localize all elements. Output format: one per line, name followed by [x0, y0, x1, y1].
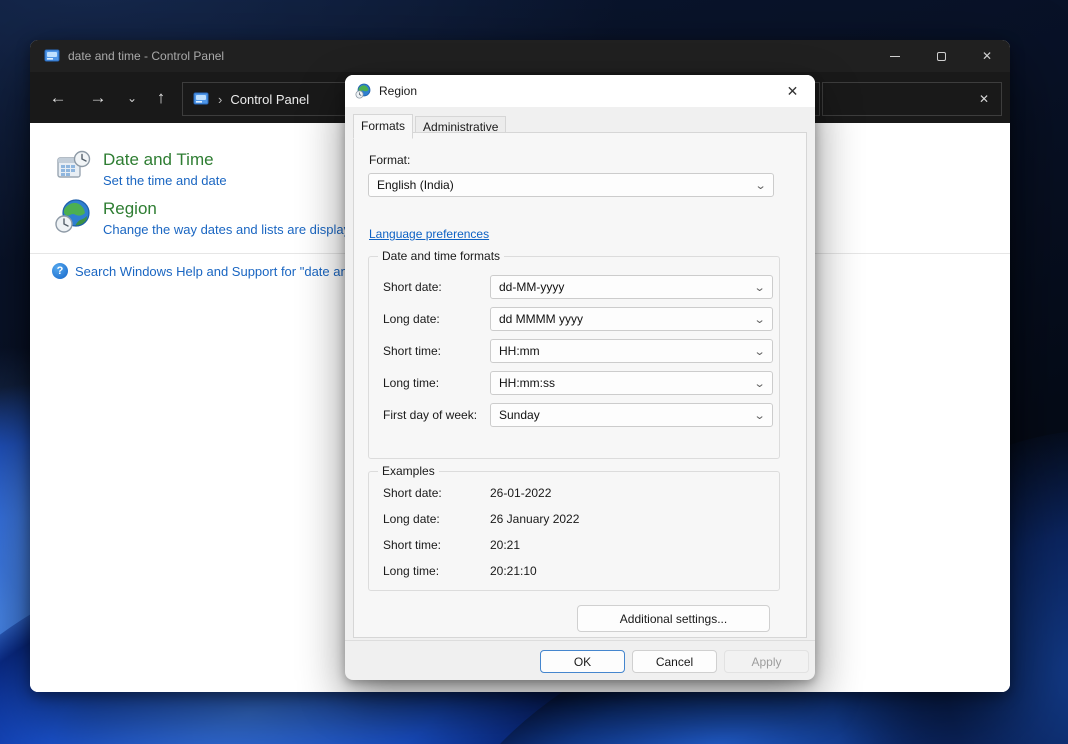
long-date-dropdown[interactable]: dd MMMM yyyy ⌄: [490, 307, 773, 331]
caption-buttons: ✕: [872, 40, 1010, 72]
help-search-row: ? Search Windows Help and Support for "d…: [52, 263, 355, 279]
short-date-value: dd-MM-yyyy: [499, 280, 564, 294]
region-subtitle-link[interactable]: Change the way dates and lists are displ…: [103, 222, 357, 237]
example-long-time-label: Long time:: [383, 564, 439, 578]
up-icon: ↑: [157, 88, 166, 108]
clear-search-icon[interactable]: ✕: [979, 92, 989, 106]
dialog-title: Region: [379, 84, 417, 98]
short-date-label: Short date:: [383, 280, 442, 294]
long-date-value: dd MMMM yyyy: [499, 312, 583, 326]
help-icon: ?: [52, 263, 68, 279]
apply-button: Apply: [724, 650, 809, 673]
chevron-down-icon: ⌄: [753, 345, 765, 358]
list-item-date-and-time: Date and Time Set the time and date: [55, 149, 227, 188]
titlebar[interactable]: date and time - Control Panel ✕: [30, 40, 1010, 72]
additional-settings-button[interactable]: Additional settings...: [577, 605, 770, 632]
long-date-label: Long date:: [383, 312, 440, 326]
date-and-time-link[interactable]: Date and Time: [103, 149, 227, 170]
example-short-date-value: 26-01-2022: [490, 486, 551, 500]
recent-pages-button[interactable]: ⌄: [116, 82, 148, 114]
example-long-date-label: Long date:: [383, 512, 440, 526]
region-icon: [55, 198, 91, 237]
format-dropdown-value: English (India): [377, 178, 454, 192]
back-icon: ←: [50, 88, 67, 108]
region-globe-icon: [355, 83, 371, 99]
dialog-titlebar[interactable]: Region ✕: [345, 75, 815, 107]
window-title: date and time - Control Panel: [68, 49, 224, 63]
short-date-dropdown[interactable]: dd-MM-yyyy ⌄: [490, 275, 773, 299]
dialog-close-button[interactable]: ✕: [770, 75, 815, 107]
breadcrumb[interactable]: Control Panel: [230, 92, 309, 107]
cancel-button[interactable]: Cancel: [632, 650, 717, 673]
chevron-down-icon: ⌄: [753, 281, 765, 294]
maximize-button[interactable]: [918, 40, 964, 72]
examples-group: Examples Short date: 26-01-2022 Long dat…: [368, 471, 780, 591]
short-time-label: Short time:: [383, 344, 441, 358]
help-search-link[interactable]: Search Windows Help and Support for "dat…: [75, 264, 355, 279]
first-day-of-week-label: First day of week:: [383, 408, 477, 422]
minimize-icon: [890, 56, 900, 57]
chevron-down-icon: ⌄: [754, 179, 766, 192]
example-short-time-label: Short time:: [383, 538, 441, 552]
chevron-down-icon: ⌄: [753, 409, 765, 422]
forward-icon: →: [90, 88, 107, 108]
ok-button[interactable]: OK: [540, 650, 625, 673]
minimize-button[interactable]: [872, 40, 918, 72]
formats-tab-page: Format: English (India) ⌄ Language prefe…: [353, 132, 807, 638]
set-time-and-date-link[interactable]: Set the time and date: [103, 173, 227, 188]
up-button[interactable]: ↑: [145, 82, 177, 114]
date-time-formats-group: Date and time formats Short date: dd-MM-…: [368, 256, 780, 459]
dialog-footer: OK Cancel Apply: [345, 640, 815, 680]
long-time-value: HH:mm:ss: [499, 376, 555, 390]
example-long-date-value: 26 January 2022: [490, 512, 579, 526]
example-short-date-label: Short date:: [383, 486, 442, 500]
search-input[interactable]: ✕: [822, 82, 1002, 116]
back-button[interactable]: ←: [42, 82, 74, 114]
close-icon: ✕: [982, 49, 992, 63]
desktop: { "main_window": { "title": "date and ti…: [0, 0, 1068, 744]
close-icon: ✕: [787, 83, 799, 100]
long-time-dropdown[interactable]: HH:mm:ss ⌄: [490, 371, 773, 395]
close-button[interactable]: ✕: [964, 40, 1010, 72]
first-day-of-week-value: Sunday: [499, 408, 540, 422]
format-dropdown[interactable]: English (India) ⌄: [368, 173, 774, 197]
list-item-region: Region Change the way dates and lists ar…: [55, 198, 357, 237]
group-title: Date and time formats: [378, 249, 504, 263]
region-link[interactable]: Region: [103, 198, 357, 219]
language-preferences-link[interactable]: Language preferences: [369, 227, 489, 241]
short-time-value: HH:mm: [499, 344, 540, 358]
maximize-icon: [937, 52, 946, 61]
tab-formats[interactable]: Formats: [353, 114, 413, 139]
first-day-of-week-dropdown[interactable]: Sunday ⌄: [490, 403, 773, 427]
long-time-label: Long time:: [383, 376, 439, 390]
chevron-down-icon: ⌄: [753, 377, 765, 390]
chevron-down-icon: ⌄: [127, 91, 137, 105]
forward-button[interactable]: →: [82, 82, 114, 114]
chevron-down-icon: ⌄: [753, 313, 765, 326]
breadcrumb-chevron-icon: ›: [218, 92, 222, 107]
example-long-time-value: 20:21:10: [490, 564, 537, 578]
example-short-time-value: 20:21: [490, 538, 520, 552]
control-panel-icon: [193, 91, 209, 107]
short-time-dropdown[interactable]: HH:mm ⌄: [490, 339, 773, 363]
region-dialog: Region ✕ Formats Administrative Format: …: [345, 75, 815, 680]
format-label: Format:: [369, 153, 410, 167]
date-and-time-icon: [55, 149, 91, 188]
group-title: Examples: [378, 464, 439, 478]
control-panel-icon: [44, 48, 60, 64]
